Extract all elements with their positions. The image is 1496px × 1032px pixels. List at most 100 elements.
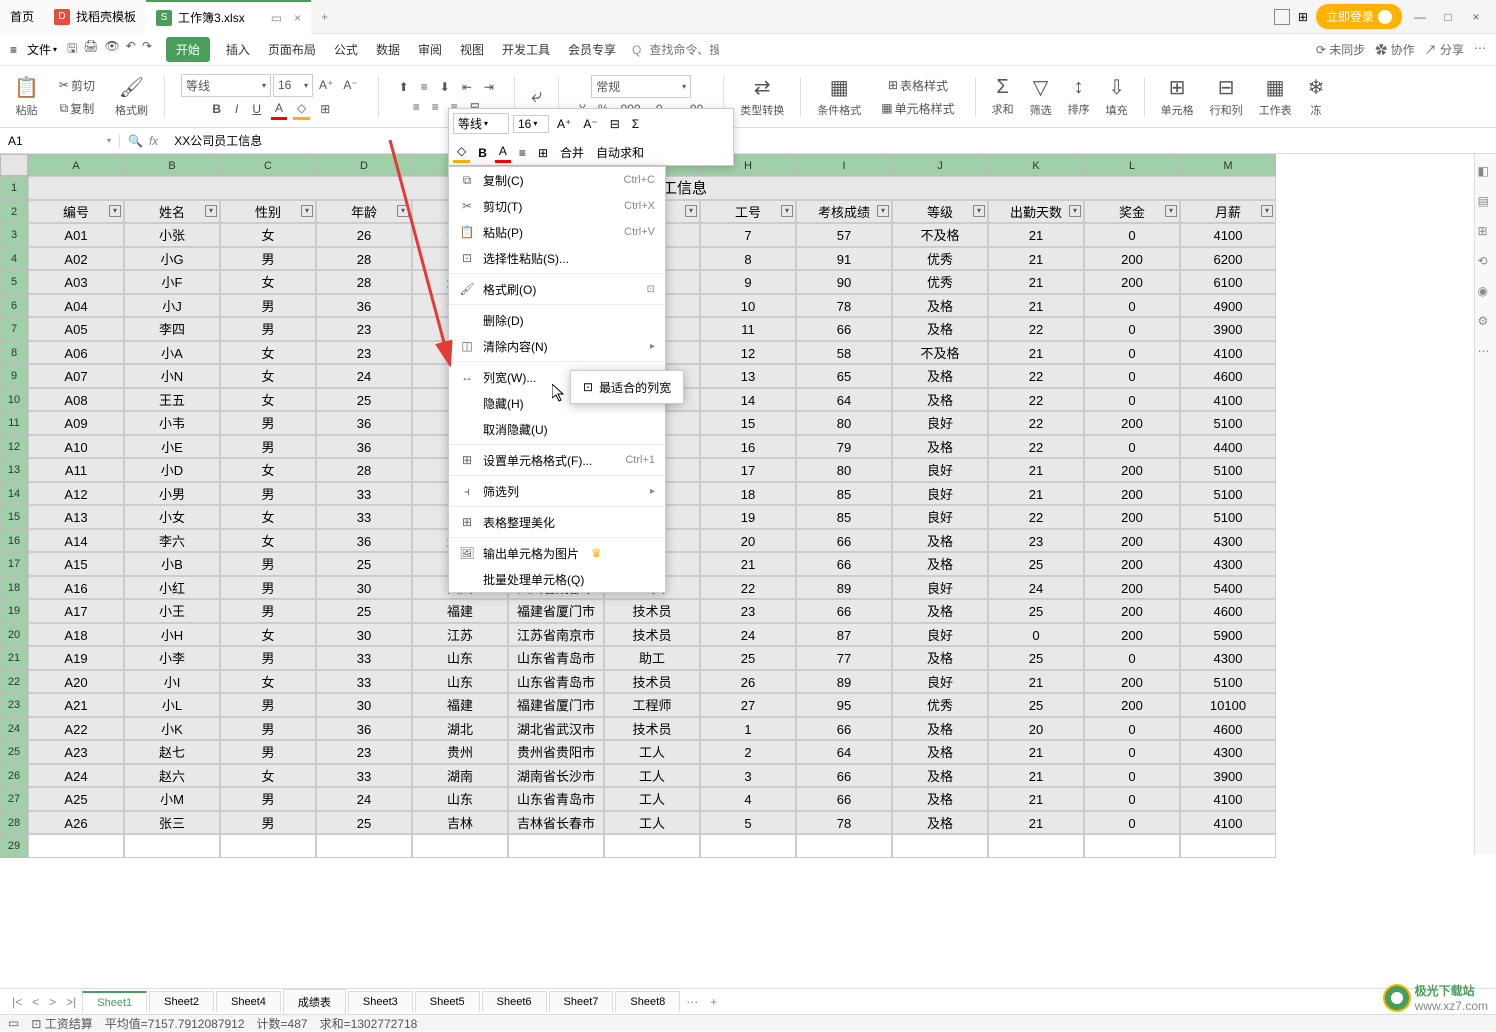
data-cell[interactable]: 0 bbox=[1084, 740, 1180, 764]
data-cell[interactable]: 男 bbox=[220, 482, 316, 506]
underline-button[interactable]: U bbox=[248, 99, 265, 120]
data-cell[interactable]: 4600 bbox=[1180, 364, 1276, 388]
data-cell[interactable]: 33 bbox=[316, 482, 412, 506]
align-left-icon[interactable]: ≡ bbox=[409, 98, 424, 116]
data-cell[interactable]: 湖南省长沙市 bbox=[508, 764, 604, 788]
data-cell[interactable]: 22 bbox=[988, 388, 1084, 412]
col-header[interactable]: A bbox=[28, 154, 124, 176]
data-cell[interactable]: 小B bbox=[124, 552, 220, 576]
wrap-text-button[interactable]: ⤶ bbox=[527, 83, 546, 110]
add-tab[interactable]: + bbox=[311, 10, 338, 24]
data-cell[interactable]: 男 bbox=[220, 576, 316, 600]
row-header[interactable]: 23 bbox=[0, 693, 28, 717]
data-cell[interactable]: 58 bbox=[796, 341, 892, 365]
data-cell[interactable]: 4300 bbox=[1180, 529, 1276, 553]
row-header[interactable]: 11 bbox=[0, 411, 28, 435]
data-cell[interactable]: A01 bbox=[28, 223, 124, 247]
data-cell[interactable]: 4300 bbox=[1180, 646, 1276, 670]
menu-batch[interactable]: 批量处理单元格(Q) bbox=[449, 566, 665, 592]
data-cell[interactable]: A16 bbox=[28, 576, 124, 600]
data-cell[interactable]: 21 bbox=[988, 294, 1084, 318]
cell-reference-input[interactable]: A1▾ bbox=[0, 134, 120, 148]
sheet-tab[interactable]: Sheet2 bbox=[149, 991, 214, 1012]
data-cell[interactable]: 4100 bbox=[1180, 811, 1276, 835]
row-header[interactable]: 26 bbox=[0, 764, 28, 788]
data-cell[interactable]: 15 bbox=[700, 411, 796, 435]
data-cell[interactable]: 良好 bbox=[892, 482, 988, 506]
maximize-button[interactable]: □ bbox=[1438, 10, 1458, 24]
data-cell[interactable]: 男 bbox=[220, 646, 316, 670]
data-cell[interactable]: 90 bbox=[796, 270, 892, 294]
data-cell[interactable]: A03 bbox=[28, 270, 124, 294]
data-cell[interactable]: 23 bbox=[316, 317, 412, 341]
data-cell[interactable]: 12 bbox=[700, 341, 796, 365]
data-cell[interactable]: 23 bbox=[316, 740, 412, 764]
sheet-tab[interactable]: Sheet5 bbox=[415, 991, 480, 1012]
table-style-button[interactable]: ⊞ 表格样式 bbox=[884, 75, 952, 96]
data-cell[interactable]: 7 bbox=[700, 223, 796, 247]
data-cell[interactable]: 36 bbox=[316, 411, 412, 435]
data-cell[interactable]: 21 bbox=[988, 787, 1084, 811]
cut-button[interactable]: ✂ 剪切 bbox=[55, 75, 99, 96]
align-middle-icon[interactable]: ≡ bbox=[417, 78, 432, 96]
data-cell[interactable]: 17 bbox=[700, 458, 796, 482]
menu-format-painter[interactable]: 🖌格式刷(O)⊡ bbox=[449, 276, 665, 302]
formula-input[interactable]: XX公司员工信息 bbox=[166, 132, 1496, 149]
data-cell[interactable]: 4600 bbox=[1180, 717, 1276, 741]
data-cell[interactable]: 66 bbox=[796, 552, 892, 576]
data-cell[interactable]: 200 bbox=[1084, 670, 1180, 694]
data-cell[interactable]: 200 bbox=[1084, 576, 1180, 600]
mini-autosum-label[interactable]: 自动求和 bbox=[592, 142, 648, 163]
data-cell[interactable]: 21 bbox=[988, 247, 1084, 271]
data-cell[interactable]: 小J bbox=[124, 294, 220, 318]
tab-start[interactable]: 开始 bbox=[166, 37, 210, 62]
row-header[interactable]: 6 bbox=[0, 294, 28, 318]
data-cell[interactable]: A04 bbox=[28, 294, 124, 318]
data-cell[interactable]: 及格 bbox=[892, 646, 988, 670]
data-cell[interactable]: 4300 bbox=[1180, 740, 1276, 764]
data-cell[interactable]: 良好 bbox=[892, 505, 988, 529]
data-cell[interactable]: 19 bbox=[700, 505, 796, 529]
row-header[interactable]: 25 bbox=[0, 740, 28, 764]
sheet-more[interactable]: ⋯ bbox=[682, 995, 702, 1009]
data-cell[interactable]: 贵州 bbox=[412, 740, 508, 764]
ribbon-collapse-icon[interactable]: ⋯ bbox=[1474, 41, 1486, 58]
data-cell[interactable]: 200 bbox=[1084, 552, 1180, 576]
data-cell[interactable]: A08 bbox=[28, 388, 124, 412]
data-cell[interactable]: 工人 bbox=[604, 811, 700, 835]
data-cell[interactable]: 77 bbox=[796, 646, 892, 670]
menu-copy[interactable]: ⧉复制(C)Ctrl+C bbox=[449, 167, 665, 193]
data-cell[interactable]: 5100 bbox=[1180, 458, 1276, 482]
col-header[interactable]: B bbox=[124, 154, 220, 176]
mini-fill-icon[interactable]: ◇ bbox=[453, 142, 470, 163]
data-cell[interactable]: 66 bbox=[796, 317, 892, 341]
data-cell[interactable]: 33 bbox=[316, 670, 412, 694]
data-cell[interactable]: 57 bbox=[796, 223, 892, 247]
filter-dropdown-icon[interactable]: ▾ bbox=[1165, 205, 1177, 217]
data-cell[interactable]: 赵七 bbox=[124, 740, 220, 764]
empty-cell[interactable] bbox=[412, 834, 508, 858]
rowcol-button[interactable]: ⊟行和列 bbox=[1206, 73, 1247, 120]
data-cell[interactable]: 21 bbox=[988, 270, 1084, 294]
col-header[interactable]: M bbox=[1180, 154, 1276, 176]
sheet-nav-next[interactable]: > bbox=[45, 995, 60, 1009]
sheet-tab[interactable]: Sheet7 bbox=[549, 991, 614, 1012]
data-cell[interactable]: A20 bbox=[28, 670, 124, 694]
data-cell[interactable]: 0 bbox=[1084, 435, 1180, 459]
row-header[interactable]: 28 bbox=[0, 811, 28, 835]
data-cell[interactable]: 小H bbox=[124, 623, 220, 647]
data-cell[interactable]: 小F bbox=[124, 270, 220, 294]
data-cell[interactable]: 23 bbox=[316, 341, 412, 365]
data-cell[interactable]: 福建省厦门市 bbox=[508, 693, 604, 717]
mini-fontcolor-icon[interactable]: A bbox=[495, 142, 511, 163]
empty-cell[interactable] bbox=[508, 834, 604, 858]
data-cell[interactable]: 21 bbox=[988, 811, 1084, 835]
data-cell[interactable]: 6100 bbox=[1180, 270, 1276, 294]
data-cell[interactable]: 200 bbox=[1084, 693, 1180, 717]
data-cell[interactable]: 女 bbox=[220, 670, 316, 694]
sheet-nav-prev[interactable]: < bbox=[28, 995, 43, 1009]
data-cell[interactable]: 良好 bbox=[892, 623, 988, 647]
increase-font-icon[interactable]: A⁺ bbox=[315, 74, 337, 97]
data-cell[interactable]: 3900 bbox=[1180, 317, 1276, 341]
data-cell[interactable]: 女 bbox=[220, 505, 316, 529]
